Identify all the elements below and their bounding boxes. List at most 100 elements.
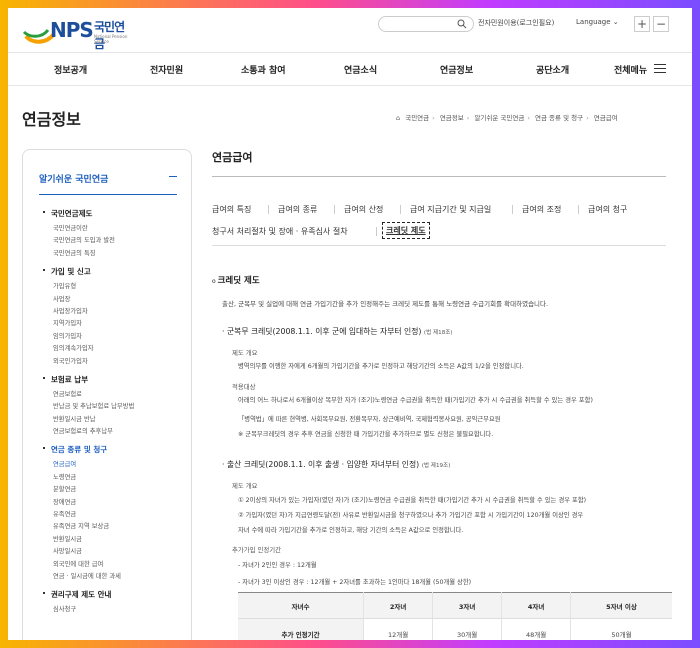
sidebar-item[interactable]: 임의계속가입자 — [43, 343, 183, 355]
zoom-out-button[interactable]: − — [653, 16, 669, 32]
search-icon[interactable] — [457, 19, 467, 29]
tab-calculation[interactable]: 급여의 산정 — [344, 204, 383, 215]
breadcrumb-separator: › — [466, 114, 470, 122]
tab-features[interactable]: 급여의 특징 — [212, 204, 251, 215]
military-credit-title-text: 군복무 크레딧(2008.1.1. 이후 군에 입대하는 자부터 인정) — [226, 327, 422, 336]
military-target-note: 「병역법」에 따른 현역병, 사회복무요원, 전환복무자, 상근예비역, 국제협… — [238, 416, 501, 423]
sidebar-item[interactable]: 심사청구 — [43, 604, 183, 616]
breadcrumb-item[interactable]: 알기쉬운 국민연금 — [474, 114, 524, 122]
sidebar-group-active[interactable]: 연금 종류 및 청구 — [43, 444, 183, 455]
military-target-text: 아래의 어느 하나로서 6개월이상 복무한 자가 (조기)노령연금 수급권을 취… — [238, 397, 593, 404]
sidebar-item-current[interactable]: 연금급여 — [43, 459, 183, 471]
childbirth-recognize-label: 추가가입 인정기간 — [232, 546, 282, 554]
childbirth-rule-text: 자녀가 2인인 경우 : 12개월 — [242, 562, 317, 569]
search-input[interactable] — [378, 16, 474, 32]
nps-logo[interactable]: NPS 국민연금 National Pension Service — [22, 14, 132, 51]
military-overview-label: 제도 개요 — [232, 349, 258, 357]
browser-page: NPS 국민연금 National Pension Service 전자민원이용… — [8, 8, 692, 640]
breadcrumb-item[interactable]: 연금정보 — [440, 114, 464, 122]
tab-payment-period[interactable]: 급여 지급기간 및 지급일 — [410, 204, 491, 215]
sidebar-item[interactable]: 연금 · 일시금에 대한 과세 — [43, 571, 183, 583]
tab-types[interactable]: 급여의 종류 — [278, 204, 317, 215]
breadcrumb-item-current: 연금급여 — [593, 114, 618, 122]
table-cell: 48개월 — [501, 618, 572, 640]
table-cell: 12개월 — [363, 618, 434, 640]
collapse-icon[interactable] — [169, 176, 177, 177]
sidebar-list: 국민연금제도 국민연금이란 국민연금의 도입과 발전 국민연금의 특징 가입 및… — [43, 202, 183, 617]
sidebar-group[interactable]: 국민연금제도 — [43, 208, 183, 219]
table-header: 4자녀 — [501, 592, 572, 619]
childbirth-line: ② 가입자(였던 자)가 지급연령도달(전) 사유로 반환일시금을 청구하였으나… — [238, 512, 584, 519]
sidebar-item[interactable]: 지역가입자 — [43, 318, 183, 330]
table-header-row: 자녀수 2자녀 3자녀 4자녀 5자녀 이상 — [238, 592, 672, 619]
language-label: Language — [576, 18, 611, 26]
childbirth-overview-label: 제도 개요 — [232, 482, 258, 490]
sidebar-item[interactable]: 반환일시금 — [43, 534, 183, 546]
sidebar-item[interactable]: 분할연금 — [43, 484, 183, 496]
nav-e-civil[interactable]: 전자민원 — [150, 63, 183, 76]
tab-credit-active[interactable]: 크레딧 제도 — [382, 222, 430, 239]
sidebar-item[interactable]: 국민연금의 도입과 발전 — [43, 235, 183, 247]
nav-pension-info[interactable]: 연금정보 — [440, 63, 473, 76]
tab-separator — [334, 205, 335, 214]
sidebar-item[interactable]: 국민연금이란 — [43, 223, 183, 235]
table-header: 5자녀 이상 — [570, 592, 672, 619]
sidebar-item[interactable]: 장애연금 — [43, 497, 183, 509]
tab-separator — [268, 205, 269, 214]
credit-table: 자녀수 2자녀 3자녀 4자녀 5자녀 이상 추가 인정기간 12개월 30개월… — [238, 592, 672, 640]
nav-info-disclosure[interactable]: 정보공개 — [54, 63, 87, 76]
sidebar-item[interactable]: 노령연금 — [43, 472, 183, 484]
tab-procedure[interactable]: 청구서 처리절차 및 장애 · 유족심사 절차 — [212, 226, 348, 237]
childbirth-credit-title-text: 출산 크레딧(2008.1.1. 이후 출생 · 입양한 자녀부터 인정) — [226, 460, 420, 469]
breadcrumb: ⌂ 국민연금 › 연금정보 › 알기쉬운 국민연금 › 연금 종류 및 청구 › 연금급… — [396, 112, 621, 122]
logo-wordmark: NPS — [50, 18, 94, 42]
nav-communication[interactable]: 소통과 참여 — [241, 63, 286, 76]
sidebar-item[interactable]: 국민연금의 특징 — [43, 248, 183, 260]
childbirth-credit-law: (법 제19조) — [421, 463, 451, 469]
tabs-divider — [212, 245, 666, 246]
breadcrumb-item[interactable]: 연금 종류 및 청구 — [535, 114, 583, 122]
sidebar-item[interactable]: 임의가입자 — [43, 331, 183, 343]
section-lead: 출산, 군복무 및 실업에 대해 연금 가입기간을 추가 인정해주는 크레딧 제… — [222, 300, 549, 308]
sidebar-group[interactable]: 보험료 납부 — [43, 374, 183, 385]
sidebar-item[interactable]: 연금보험료의 추후납부 — [43, 426, 183, 438]
sidebar-group[interactable]: 가입 및 신고 — [43, 266, 183, 277]
sidebar-group[interactable]: 권리구제 제도 안내 — [43, 589, 183, 600]
military-credit-title: · 군복무 크레딧(2008.1.1. 이후 군에 입대하는 자부터 인정) (… — [222, 327, 453, 336]
language-select[interactable]: Language ⌄ — [576, 18, 619, 26]
military-target-note: ※ 군복무크레딧의 경우 추후 연금을 신청한 때 가입기간을 추가하므로 별도… — [238, 431, 494, 438]
tab-separator — [512, 205, 513, 214]
military-overview-text: 병역의무를 이행한 자에게 6개월의 가입기간을 추가로 인정하고 해당기간의 … — [238, 363, 524, 370]
sidebar-item[interactable]: 사망일시금 — [43, 546, 183, 558]
menu-icon[interactable] — [654, 64, 666, 74]
childbirth-credit-title: · 출산 크레딧(2008.1.1. 이후 출생 · 입양한 자녀부터 인정) … — [222, 460, 451, 469]
sidebar-heading[interactable]: 알기쉬운 국민연금 — [39, 172, 108, 185]
sidebar-item[interactable]: 사업장가입자 — [43, 306, 183, 318]
nav-news[interactable]: 연금소식 — [344, 63, 377, 76]
tab-separator — [400, 205, 401, 214]
content-title-divider — [212, 176, 666, 177]
section-heading: 크레딧 제도 — [212, 274, 260, 286]
table-cell: 50개월 — [570, 618, 672, 640]
childbirth-line: ① 2이상의 자녀가 있는 가입자(였던 자)가 (조기)노령연금 수급권을 취… — [238, 497, 587, 504]
zoom-in-button[interactable]: + — [634, 16, 650, 32]
sidebar-item[interactable]: 외국인에 대한 급여 — [43, 559, 183, 571]
breadcrumb-item[interactable]: 국민연금 — [405, 114, 429, 122]
tab-separator — [578, 205, 579, 214]
sidebar-item[interactable]: 가입유형 — [43, 281, 183, 293]
sidebar-item[interactable]: 유족연금 — [43, 509, 183, 521]
sidebar-item[interactable]: 반환일시금 반납 — [43, 414, 183, 426]
nav-all-menu[interactable]: 전체메뉴 — [614, 63, 647, 76]
e-civil-link[interactable]: 전자민원이용(로그인필요) — [478, 18, 554, 28]
nav-about[interactable]: 공단소개 — [536, 63, 569, 76]
sidebar-item[interactable]: 연금보험료 — [43, 389, 183, 401]
childbirth-rule-text: 자녀가 3인 이상인 경우 : 12개월 + 2자녀를 초과하는 1인마다 18… — [242, 579, 472, 586]
breadcrumb-separator: › — [586, 114, 589, 122]
tab-adjustment[interactable]: 급여의 조정 — [522, 204, 561, 215]
sidebar-item[interactable]: 사업장 — [43, 294, 183, 306]
home-icon[interactable]: ⌂ — [396, 114, 400, 122]
sidebar-item[interactable]: 유족연금 지역 보상금 — [43, 521, 183, 533]
sidebar-item[interactable]: 외국인가입자 — [43, 356, 183, 368]
tab-claim[interactable]: 급여의 청구 — [588, 204, 627, 215]
sidebar-item[interactable]: 반납금 및 추납보험료 납부방법 — [43, 401, 183, 413]
